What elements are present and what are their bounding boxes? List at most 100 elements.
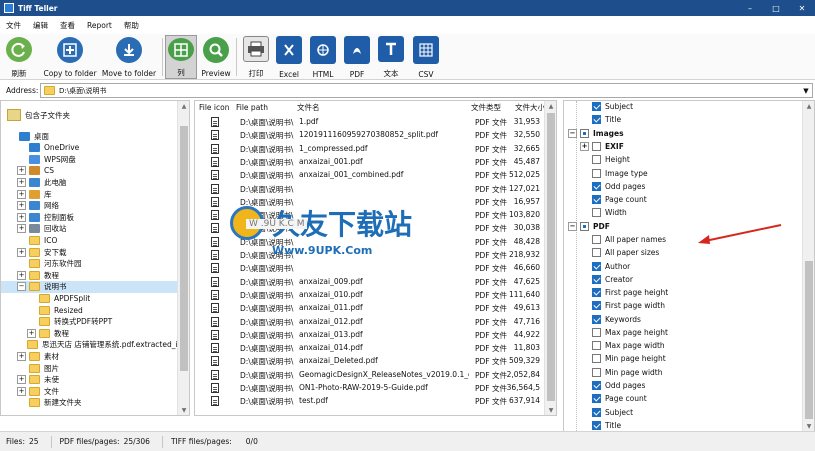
- property-item[interactable]: Keywords: [592, 312, 641, 325]
- collapse-icon[interactable]: −: [568, 128, 577, 138]
- scroll-down-icon[interactable]: ▼: [178, 405, 189, 415]
- property-item[interactable]: Min page width: [592, 366, 662, 379]
- property-checkbox[interactable]: [592, 301, 601, 311]
- export-pdf-button[interactable]: PDF: [342, 35, 372, 79]
- file-row[interactable]: D:\桌面\说明书\ 1.pdf PDF 文件 31,953: [195, 115, 546, 128]
- columns-button[interactable]: 列: [165, 35, 197, 79]
- tree-item[interactable]: 新建文件夹: [1, 397, 177, 409]
- property-checkbox[interactable]: [592, 155, 601, 165]
- scroll-down-icon[interactable]: ▼: [803, 421, 814, 431]
- tree-item[interactable]: Resized: [1, 304, 177, 316]
- scroll-thumb[interactable]: [805, 261, 813, 419]
- expand-icon[interactable]: +: [17, 212, 26, 222]
- property-item[interactable]: Max page height: [592, 326, 668, 339]
- tree-item[interactable]: + 控制面板: [1, 211, 177, 223]
- tree-item[interactable]: ICO: [1, 234, 177, 246]
- file-row[interactable]: D:\桌面\说明书\ PDF 文件 46,660: [195, 261, 546, 274]
- col-header-file-type[interactable]: 文件类型: [471, 102, 501, 113]
- tree-item[interactable]: 河东软件园: [1, 258, 177, 270]
- property-checkbox[interactable]: [592, 394, 601, 404]
- property-item[interactable]: Author: [592, 259, 630, 272]
- expand-icon[interactable]: +: [17, 351, 26, 361]
- property-checkbox[interactable]: [592, 341, 601, 351]
- expand-icon[interactable]: +: [17, 189, 26, 199]
- tree-item[interactable]: + 库: [1, 188, 177, 200]
- file-row[interactable]: D:\桌面\说明书\ test.pdf PDF 文件 637,914: [195, 394, 546, 407]
- tree-item[interactable]: + 素材: [1, 350, 177, 362]
- tree-scrollbar[interactable]: ▲ ▼: [177, 101, 189, 415]
- property-item[interactable]: First page height: [592, 286, 668, 299]
- scroll-up-icon[interactable]: ▲: [803, 101, 814, 111]
- property-item[interactable]: Min page height: [592, 352, 666, 365]
- file-list-scrollbar[interactable]: ▲ ▼: [544, 101, 556, 415]
- tree-item[interactable]: OneDrive: [1, 142, 177, 154]
- menu-report[interactable]: Report: [87, 21, 112, 30]
- property-checkbox[interactable]: [592, 327, 601, 337]
- property-checkbox[interactable]: [592, 288, 601, 298]
- file-row[interactable]: D:\桌面\说明书\ ON1-Photo-RAW-2019-5-Guide.pdf…: [195, 381, 546, 394]
- scroll-thumb[interactable]: [180, 126, 188, 371]
- expand-icon[interactable]: +: [17, 247, 26, 257]
- minimize-button[interactable]: –: [737, 0, 763, 16]
- chevron-down-icon[interactable]: ▼: [800, 84, 812, 97]
- property-item[interactable]: Page count: [592, 193, 647, 206]
- property-item[interactable]: Page count: [592, 392, 647, 405]
- property-item[interactable]: Height: [592, 153, 630, 166]
- tree-item[interactable]: + 此电脑: [1, 176, 177, 188]
- property-scrollbar[interactable]: ▲ ▼: [802, 101, 814, 431]
- tree-item[interactable]: 思迅天店 店铺管理系统.pdf.extracted_im: [1, 339, 185, 351]
- tree-item[interactable]: + 教程: [1, 269, 177, 281]
- tree-item[interactable]: + 未使: [1, 374, 177, 386]
- property-item[interactable]: Creator: [592, 273, 633, 286]
- expand-icon[interactable]: +: [17, 177, 26, 187]
- property-item[interactable]: Odd pages: [592, 180, 645, 193]
- property-checkbox[interactable]: [592, 381, 601, 391]
- property-group[interactable]: − Images: [568, 127, 624, 140]
- property-item[interactable]: Title: [592, 113, 621, 126]
- property-checkbox[interactable]: [592, 115, 601, 125]
- collapse-icon[interactable]: −: [17, 282, 26, 292]
- property-checkbox[interactable]: [592, 168, 601, 178]
- property-checkbox[interactable]: [592, 407, 601, 417]
- scroll-up-icon[interactable]: ▲: [178, 101, 189, 111]
- expand-icon[interactable]: +: [17, 201, 26, 211]
- property-item[interactable]: Odd pages: [592, 379, 645, 392]
- property-item[interactable]: Subject: [592, 101, 633, 113]
- property-checkbox[interactable]: [592, 102, 601, 112]
- tree-item[interactable]: + 安下载: [1, 246, 177, 258]
- file-row[interactable]: D:\桌面\说明书\ anxaizai_011.pdf PDF 文件 49,613: [195, 301, 546, 314]
- property-checkbox[interactable]: [580, 128, 589, 138]
- preview-button[interactable]: Preview: [200, 35, 232, 79]
- property-item[interactable]: All paper names: [592, 233, 666, 246]
- col-header-file-path[interactable]: File path: [236, 103, 268, 112]
- export-text-button[interactable]: 文本: [376, 35, 406, 79]
- property-item[interactable]: Title: [592, 419, 621, 431]
- file-row[interactable]: D:\桌面\说明书\ anxaizai_013.pdf PDF 文件 44,922: [195, 328, 546, 341]
- tree-item[interactable]: + 网络: [1, 200, 177, 212]
- property-checkbox[interactable]: [592, 354, 601, 364]
- maximize-button[interactable]: □: [763, 0, 789, 16]
- expand-icon[interactable]: +: [17, 224, 26, 234]
- property-checkbox[interactable]: [592, 195, 601, 205]
- scroll-thumb[interactable]: [547, 113, 555, 401]
- property-checkbox[interactable]: [580, 221, 589, 231]
- close-button[interactable]: ✕: [789, 0, 815, 16]
- tree-item[interactable]: 图片: [1, 362, 177, 374]
- col-header-file-name[interactable]: 文件名: [297, 102, 320, 113]
- property-checkbox[interactable]: [592, 420, 601, 430]
- property-checkbox[interactable]: [592, 261, 601, 271]
- file-row[interactable]: D:\桌面\说明书\ 1201911160959270380852_split.p…: [195, 128, 546, 141]
- expand-icon[interactable]: +: [580, 141, 589, 151]
- expand-icon[interactable]: +: [17, 166, 26, 176]
- tree-item[interactable]: + CS: [1, 165, 177, 177]
- file-row[interactable]: D:\桌面\说明书\ anxaizai_014.pdf PDF 文件 11,803: [195, 341, 546, 354]
- property-group[interactable]: − PDF: [568, 220, 610, 233]
- tree-item[interactable]: 转换式PDF转PPT: [1, 316, 177, 328]
- property-checkbox[interactable]: [592, 208, 601, 218]
- refresh-button[interactable]: 刷新: [4, 35, 34, 79]
- scroll-up-icon[interactable]: ▲: [545, 101, 556, 111]
- file-row[interactable]: D:\桌面\说明书\ GeomagicDesignX_ReleaseNotes_v…: [195, 368, 546, 381]
- collapse-icon[interactable]: −: [568, 221, 577, 231]
- file-row[interactable]: D:\桌面\说明书\ anxaizai_009.pdf PDF 文件 47,625: [195, 275, 546, 288]
- property-item[interactable]: Subject: [592, 405, 633, 418]
